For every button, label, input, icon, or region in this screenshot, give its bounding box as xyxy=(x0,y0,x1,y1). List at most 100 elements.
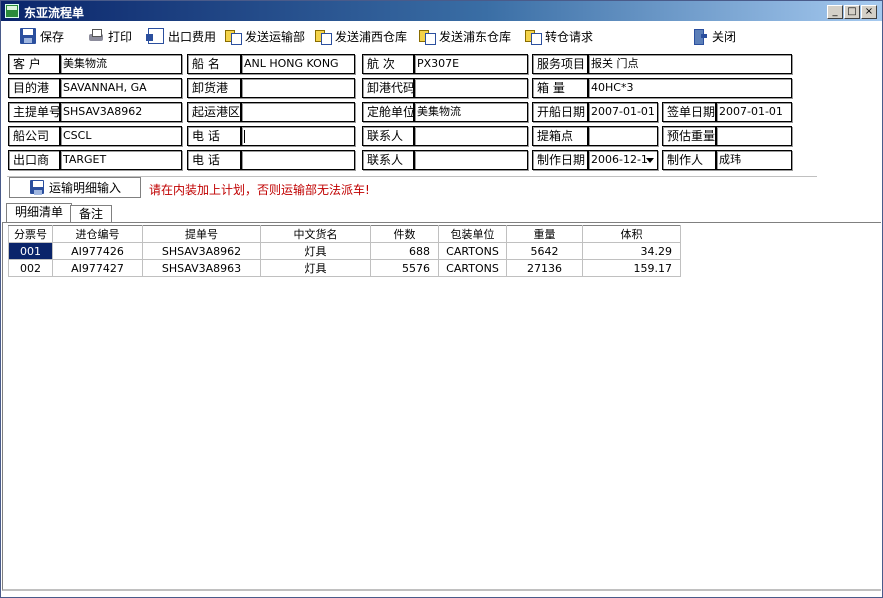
phone-label: 电 话 xyxy=(187,126,241,146)
maximize-button[interactable]: □ xyxy=(844,5,860,19)
send-transport-button[interactable]: 发送运输部 xyxy=(225,27,305,45)
tab-remarks[interactable]: 备注 xyxy=(70,205,113,223)
table-row[interactable]: 001 AI977426 SHSAV3A8962 灯具 688 CARTONS … xyxy=(8,242,681,260)
chevron-down-icon[interactable] xyxy=(646,158,654,163)
exit-door-icon xyxy=(692,28,708,45)
column-header[interactable]: 重量 xyxy=(506,225,583,243)
origin-port-area-label: 起运港区 xyxy=(187,102,241,122)
exporter-phone-field[interactable] xyxy=(241,150,355,170)
pickup-point-field[interactable] xyxy=(588,126,658,146)
column-header[interactable]: 分票号 xyxy=(8,225,53,243)
document-icon xyxy=(146,28,164,44)
table-cell[interactable]: 27136 xyxy=(506,259,583,277)
transfer-request-button[interactable]: 转仓请求 xyxy=(525,27,593,45)
exporter-field[interactable]: TARGET xyxy=(60,150,182,170)
transport-detail-button[interactable]: 运输明细输入 xyxy=(9,177,141,198)
service-items-field[interactable]: 报关 门点 xyxy=(588,54,792,74)
send-icon xyxy=(315,28,332,45)
close-button[interactable]: 关闭 xyxy=(692,27,736,45)
booking-unit-field[interactable]: 美集物流 xyxy=(414,102,528,122)
contact-field[interactable] xyxy=(414,126,528,146)
minimize-button[interactable]: _ xyxy=(827,5,843,19)
creator-field[interactable]: 成玮 xyxy=(716,150,792,170)
table-cell[interactable]: 34.29 xyxy=(582,242,681,260)
container-qty-field[interactable]: 40HC*3 xyxy=(588,78,792,98)
exporter-label: 出口商 xyxy=(8,150,60,170)
column-header[interactable]: 进仓编号 xyxy=(52,225,143,243)
created-date-select[interactable]: 2006-12-1 xyxy=(588,150,658,170)
export-fees-button[interactable]: 出口费用 xyxy=(146,27,216,45)
table-cell[interactable]: 灯具 xyxy=(260,242,371,260)
sailing-date-label: 开船日期 xyxy=(532,102,588,122)
app-window: 东亚流程单 _ □ × 保存 打印 出口费用 发送运输部 发送浦西仓库 发送浦东… xyxy=(0,0,883,598)
discharge-code-label: 卸港代码 xyxy=(362,78,415,98)
column-header[interactable]: 提单号 xyxy=(142,225,261,243)
issue-date-field[interactable]: 2007-01-01 xyxy=(716,102,792,122)
tab-strip: 明细清单 备注 xyxy=(2,203,881,223)
table-cell[interactable]: SHSAV3A8963 xyxy=(142,259,261,277)
issue-date-label: 签单日期 xyxy=(662,102,716,122)
shipping-line-field[interactable]: CSCL xyxy=(60,126,182,146)
table-cell[interactable]: 159.17 xyxy=(582,259,681,277)
table-cell[interactable]: 001 xyxy=(8,242,53,260)
warning-message: 请在内装加上计划，否则运输部无法派车! xyxy=(149,183,370,197)
table-cell[interactable]: 002 xyxy=(8,259,53,277)
vessel-name-field[interactable]: ANL HONG KONG xyxy=(241,54,355,74)
table-cell[interactable]: 5642 xyxy=(506,242,583,260)
table-cell[interactable]: 688 xyxy=(370,242,439,260)
sailing-date-field[interactable]: 2007-01-01 xyxy=(588,102,658,122)
column-header[interactable]: 件数 xyxy=(370,225,439,243)
exporter-contact-label: 联系人 xyxy=(362,150,414,170)
tab-detail-list[interactable]: 明细清单 xyxy=(6,203,73,223)
container-qty-label: 箱 量 xyxy=(532,78,588,98)
send-icon xyxy=(419,28,436,45)
origin-port-area-field[interactable] xyxy=(241,102,355,122)
master-bl-label: 主提单号 xyxy=(8,102,61,122)
save-icon xyxy=(20,28,36,44)
save-icon xyxy=(30,180,44,195)
title-bar: 东亚流程单 _ □ × xyxy=(1,1,882,21)
send-pudong-warehouse-button[interactable]: 发送浦东仓库 xyxy=(419,27,511,45)
customer-field[interactable]: 美集物流 xyxy=(60,54,182,74)
table-cell[interactable]: AI977426 xyxy=(52,242,143,260)
table-cell[interactable]: 灯具 xyxy=(260,259,371,277)
estimated-weight-field[interactable] xyxy=(716,126,792,146)
table-cell[interactable]: 5576 xyxy=(370,259,439,277)
booking-unit-label: 定舱单位 xyxy=(362,102,415,122)
exporter-contact-field[interactable] xyxy=(414,150,528,170)
window-title: 东亚流程单 xyxy=(24,6,85,20)
shipping-line-label: 船公司 xyxy=(8,126,60,146)
creator-label: 制作人 xyxy=(662,150,716,170)
send-icon xyxy=(525,28,542,45)
vessel-name-label: 船 名 xyxy=(187,54,241,74)
send-puxi-warehouse-button[interactable]: 发送浦西仓库 xyxy=(315,27,407,45)
pickup-point-label: 提箱点 xyxy=(532,126,588,146)
column-header[interactable]: 包装单位 xyxy=(438,225,507,243)
exporter-phone-label: 电 话 xyxy=(187,150,241,170)
column-header[interactable]: 中文货名 xyxy=(260,225,371,243)
save-button[interactable]: 保存 xyxy=(20,27,64,45)
service-items-label: 服务项目 xyxy=(532,54,588,74)
app-icon xyxy=(5,4,19,18)
print-button[interactable]: 打印 xyxy=(88,27,132,45)
text-caret xyxy=(244,129,245,143)
phone-field[interactable] xyxy=(241,126,355,146)
table-cell[interactable]: AI977427 xyxy=(52,259,143,277)
toolbar: 保存 打印 出口费用 发送运输部 发送浦西仓库 发送浦东仓库 转仓请求 关闭 xyxy=(2,22,881,48)
discharge-port-field[interactable] xyxy=(241,78,355,98)
destination-port-field[interactable]: SAVANNAH, GA xyxy=(60,78,182,98)
discharge-port-label: 卸货港 xyxy=(187,78,241,98)
column-header[interactable]: 体积 xyxy=(582,225,681,243)
table-cell[interactable]: CARTONS xyxy=(438,242,507,260)
table-header-row: 分票号 进仓编号 提单号 中文货名 件数 包装单位 重量 体积 xyxy=(8,225,681,243)
table-row[interactable]: 002 AI977427 SHSAV3A8963 灯具 5576 CARTONS… xyxy=(8,259,681,277)
master-bl-field[interactable]: SHSAV3A8962 xyxy=(60,102,182,122)
table-cell[interactable]: SHSAV3A8962 xyxy=(142,242,261,260)
destination-port-label: 目的港 xyxy=(8,78,60,98)
detail-grid: 分票号 进仓编号 提单号 中文货名 件数 包装单位 重量 体积 001 AI97… xyxy=(2,223,881,591)
voyage-field[interactable]: PX307E xyxy=(414,54,528,74)
discharge-code-field[interactable] xyxy=(414,78,528,98)
table-cell[interactable]: CARTONS xyxy=(438,259,507,277)
close-window-button[interactable]: × xyxy=(861,5,877,19)
send-icon xyxy=(225,28,242,45)
